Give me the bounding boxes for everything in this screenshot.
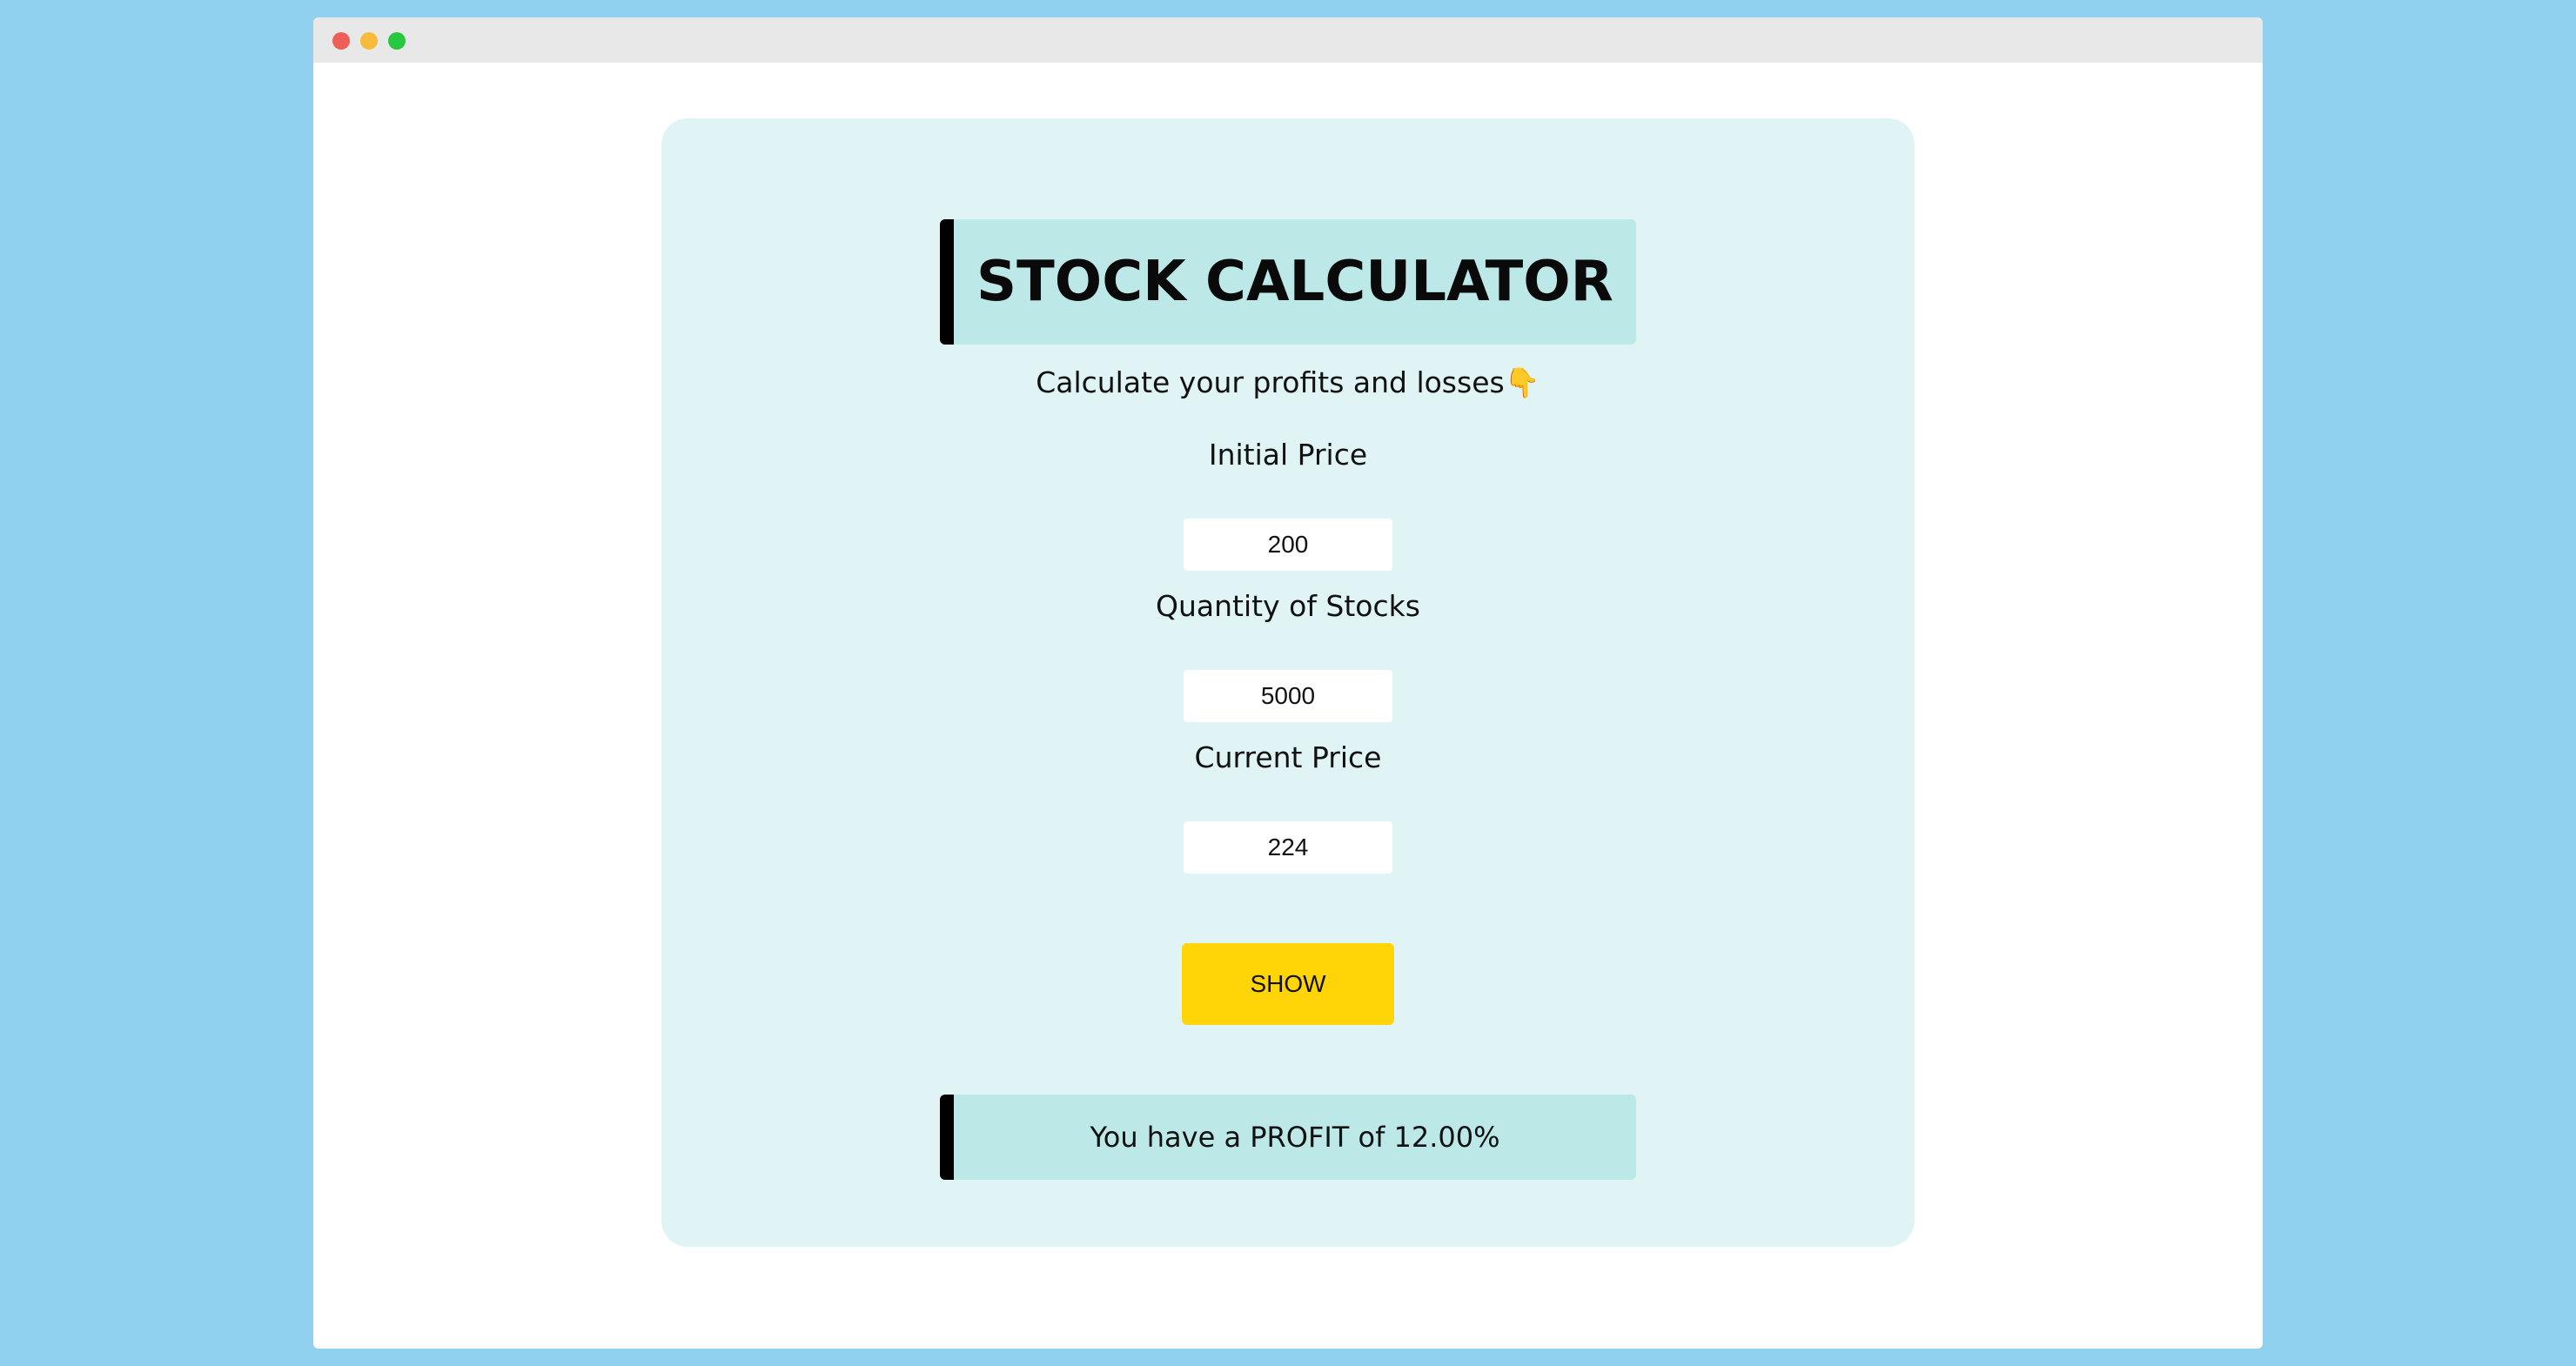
minimize-window-button[interactable] <box>360 32 378 50</box>
title-banner: STOCK CALCULATOR <box>940 219 1636 345</box>
calculator-card: STOCK CALCULATOR Calculate your profits … <box>661 118 1915 1247</box>
quantity-label: Quantity of Stocks <box>1156 589 1420 623</box>
page-title: STOCK CALCULATOR <box>976 250 1613 314</box>
initial-price-label: Initial Price <box>1208 438 1368 472</box>
result-message: You have a PROFIT of 12.00% <box>1090 1121 1500 1154</box>
result-banner: You have a PROFIT of 12.00% <box>940 1095 1636 1180</box>
initial-price-input[interactable] <box>1184 519 1392 571</box>
close-window-button[interactable] <box>332 32 350 50</box>
current-price-label: Current Price <box>1194 740 1382 774</box>
show-button[interactable]: SHOW <box>1182 943 1394 1025</box>
window-titlebar <box>313 17 2263 63</box>
current-price-input[interactable] <box>1184 821 1392 874</box>
page-subtitle: Calculate your profits and losses👇 <box>1036 365 1540 399</box>
maximize-window-button[interactable] <box>388 32 406 50</box>
quantity-input[interactable] <box>1184 670 1392 722</box>
browser-window: STOCK CALCULATOR Calculate your profits … <box>313 17 2263 1349</box>
